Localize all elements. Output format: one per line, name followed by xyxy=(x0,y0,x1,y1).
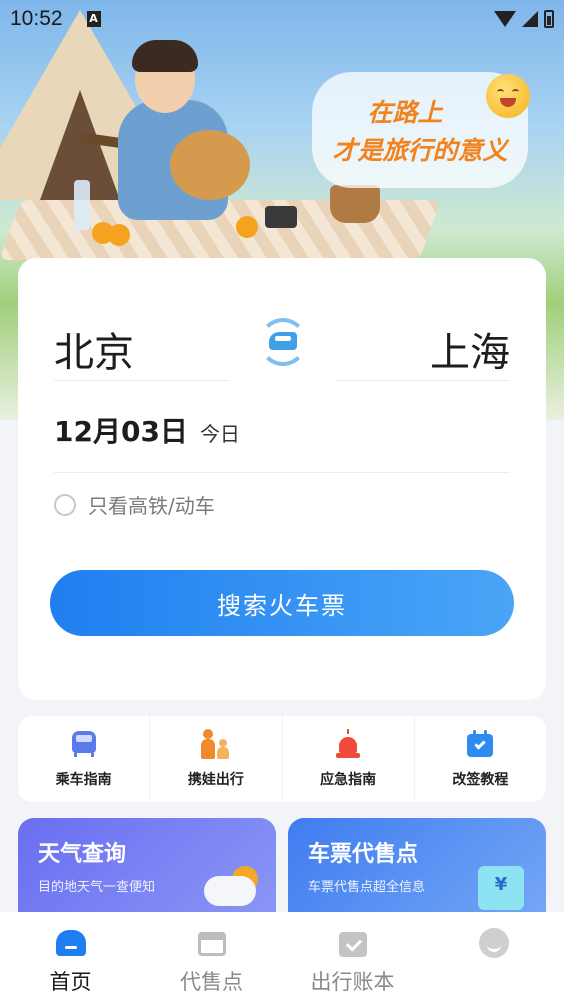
fruit-basket xyxy=(330,185,380,223)
date-selector[interactable]: 12月03日 今日 xyxy=(54,410,240,450)
outlet-card-title: 车票代售点 xyxy=(308,842,419,867)
nav-label: 出行账本 xyxy=(310,970,395,994)
status-bar: 10:52 A xyxy=(0,0,564,38)
quick-entry-label: 携娃出行 xyxy=(187,772,244,788)
quick-entry-rebooking-tutorial[interactable]: 改签教程 xyxy=(415,716,546,802)
battery-icon xyxy=(544,10,554,28)
keyboard-indicator-icon: A xyxy=(86,11,101,27)
home-icon xyxy=(55,928,86,958)
orange-fruit xyxy=(108,224,130,246)
from-station[interactable]: 北京 xyxy=(54,320,134,378)
quick-entries: 乘车指南 携娃出行 应急指南 改签教程 xyxy=(18,716,546,802)
search-tickets-button[interactable]: 搜索火车票 xyxy=(50,570,514,636)
to-station[interactable]: 上海 xyxy=(430,320,510,378)
water-bottle xyxy=(74,180,90,230)
nav-travel-ledger[interactable]: 出行账本 xyxy=(282,912,423,1004)
ticket-search-card: 北京 上海 12月03日 今日 只看高铁/动车 搜索火车票 xyxy=(18,258,546,700)
nav-ticket-outlets[interactable]: 代售点 xyxy=(141,912,282,1004)
quick-entry-travel-with-kids[interactable]: 携娃出行 xyxy=(150,716,283,802)
outlet-card-desc: 车票代售点超全信息 xyxy=(308,880,426,895)
ledger-icon xyxy=(338,928,368,958)
smiley-emoji-icon xyxy=(486,74,530,118)
from-station-underline xyxy=(54,380,229,381)
wifi-icon xyxy=(494,11,516,27)
family-icon xyxy=(200,729,231,759)
yen-symbol: ¥ xyxy=(494,874,508,895)
nav-label: 首页 xyxy=(49,970,92,994)
swap-stations-button[interactable] xyxy=(255,314,311,370)
weather-card-title: 天气查询 xyxy=(38,842,127,867)
travel-date: 12月03日 xyxy=(54,415,188,448)
shop-icon xyxy=(197,928,227,958)
quick-entry-label: 应急指南 xyxy=(320,772,377,788)
divider xyxy=(54,472,510,473)
alarm-icon xyxy=(333,729,363,759)
nav-profile[interactable] xyxy=(423,912,564,1004)
high-speed-only-label: 只看高铁/动车 xyxy=(88,494,215,518)
status-time: 10:52 xyxy=(10,7,63,30)
camera xyxy=(265,206,297,228)
high-speed-only-option[interactable]: 只看高铁/动车 xyxy=(54,490,215,519)
quick-entry-emergency-guide[interactable]: 应急指南 xyxy=(283,716,415,802)
quick-entry-boarding-guide[interactable]: 乘车指南 xyxy=(18,716,151,802)
train-icon xyxy=(269,332,297,350)
quick-entry-label: 改签教程 xyxy=(452,772,509,788)
slogan-line-2: 才是旅行的意义 xyxy=(332,136,508,165)
cloud-icon xyxy=(204,876,256,906)
quick-entry-label: 乘车指南 xyxy=(55,772,112,788)
nav-label: 代售点 xyxy=(180,970,243,994)
to-station-underline xyxy=(335,380,510,381)
date-note: 今日 xyxy=(199,422,240,446)
nav-home[interactable]: 首页 xyxy=(0,912,141,1004)
guitar xyxy=(170,130,250,200)
weather-card-desc: 目的地天气一查便知 xyxy=(38,880,156,895)
calendar-check-icon xyxy=(465,729,495,759)
train-icon xyxy=(69,729,99,759)
person-hair xyxy=(132,40,198,72)
bottom-nav: 首页 代售点 出行账本 xyxy=(0,912,564,1004)
ticket-icon: ¥ xyxy=(478,866,524,910)
signal-icon xyxy=(522,11,538,27)
profile-icon xyxy=(478,928,509,958)
orange-fruit xyxy=(236,216,258,238)
high-speed-only-radio[interactable] xyxy=(54,493,76,516)
